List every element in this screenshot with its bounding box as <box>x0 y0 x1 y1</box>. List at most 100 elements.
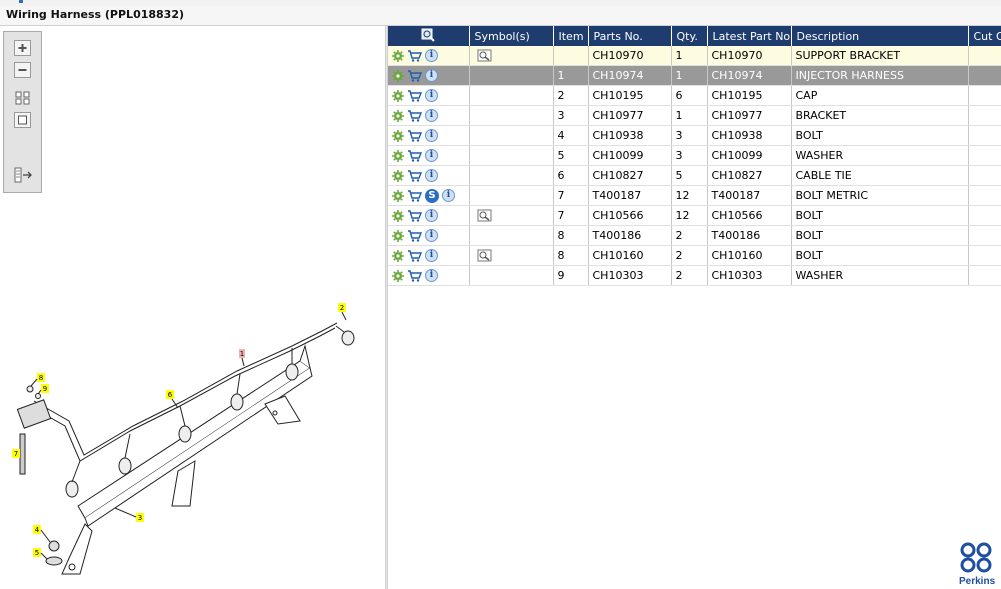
table-row[interactable]: i 2 CH10195 6 CH10195 CAP <box>388 85 1001 106</box>
table-row[interactable]: i 6 CH10827 5 CH10827 CABLE TIE <box>388 165 1001 186</box>
cell-description: BOLT <box>791 245 969 266</box>
cart-icon[interactable] <box>407 49 422 62</box>
cell-item: 2 <box>553 85 589 106</box>
svg-text:9: 9 <box>43 385 47 393</box>
gear-icon[interactable] <box>392 69 404 82</box>
illustration-symbol-icon[interactable] <box>477 209 492 222</box>
cell-symbols <box>469 205 554 226</box>
panel-arrow-icon <box>14 167 32 183</box>
window-title: Wiring Harness (PPL018832) <box>6 8 185 21</box>
table-row[interactable]: i 4 CH10938 3 CH10938 BOLT <box>388 125 1001 146</box>
table-row[interactable]: i 7 CH10566 12 CH10566 BOLT <box>388 205 1001 226</box>
cell-description: WASHER <box>791 265 969 286</box>
gear-icon[interactable] <box>392 209 404 222</box>
cell-cut-off <box>968 65 1001 86</box>
table-row[interactable]: i 5 CH10099 3 CH10099 WASHER <box>388 145 1001 166</box>
table-row[interactable]: i 9 CH10303 2 CH10303 WASHER <box>388 265 1001 286</box>
gear-icon[interactable] <box>392 169 404 182</box>
gear-icon[interactable] <box>392 129 404 142</box>
cart-icon[interactable] <box>407 129 422 142</box>
gear-icon[interactable] <box>392 249 404 262</box>
info-icon[interactable]: i <box>425 229 438 242</box>
cart-icon[interactable] <box>407 249 422 262</box>
callout-4: 4 <box>33 525 51 543</box>
header-item[interactable]: Item <box>553 26 589 46</box>
gear-icon[interactable] <box>392 149 404 162</box>
cell-description: SUPPORT BRACKET <box>791 46 969 66</box>
cell-qty: 6 <box>671 85 708 106</box>
cell-description: BOLT <box>791 225 969 246</box>
zoom-in-button[interactable] <box>14 40 31 56</box>
header-cut-off[interactable]: Cut O <box>968 26 1001 46</box>
gear-icon[interactable] <box>392 109 404 122</box>
header-description[interactable]: Description <box>791 26 969 46</box>
s-badge-icon[interactable]: S <box>425 188 439 203</box>
illustration-symbol-icon[interactable] <box>477 49 492 62</box>
info-icon[interactable]: i <box>425 269 438 282</box>
cart-icon[interactable] <box>407 189 422 202</box>
info-icon[interactable]: i <box>425 249 438 262</box>
header-magnifier[interactable] <box>388 26 470 46</box>
cell-item <box>553 46 589 66</box>
table-row[interactable]: i 8 CH10160 2 CH10160 BOLT <box>388 245 1001 266</box>
parts-grid: Symbol(s) Item Parts No. Qty. Latest Par… <box>388 26 1001 589</box>
cart-icon[interactable] <box>407 169 422 182</box>
wiring-harness-diagram: 1 2 3 4 5 6 7 8 9 <box>12 303 355 575</box>
illustration-symbol-icon[interactable] <box>477 249 492 262</box>
plus-icon <box>18 44 27 52</box>
info-icon[interactable]: i <box>425 209 438 222</box>
title-bar: Wiring Harness (PPL018832) <box>0 6 1001 26</box>
header-symbols[interactable]: Symbol(s) <box>469 26 554 46</box>
cart-icon[interactable] <box>407 229 422 242</box>
table-row[interactable]: Si 7 T400187 12 T400187 BOLT METRIC <box>388 185 1001 206</box>
gear-icon[interactable] <box>392 229 404 242</box>
row-actions: i <box>388 46 470 66</box>
cell-parts-no: CH10099 <box>588 145 672 166</box>
table-row[interactable]: i 8 T400186 2 T400186 BOLT <box>388 225 1001 246</box>
row-actions: i <box>388 125 470 146</box>
info-icon[interactable]: i <box>425 89 438 102</box>
info-icon[interactable]: i <box>425 129 438 142</box>
cell-latest-part-no: CH10160 <box>707 245 792 266</box>
cart-icon[interactable] <box>407 109 422 122</box>
table-row[interactable]: i 3 CH10977 1 CH10977 BRACKET <box>388 105 1001 126</box>
cell-item: 9 <box>553 265 589 286</box>
cart-icon[interactable] <box>407 69 422 82</box>
table-row[interactable]: i 1 CH10974 1 CH10974 INJECTOR HARNESS <box>388 65 1001 86</box>
gear-icon[interactable] <box>392 189 404 202</box>
gear-icon[interactable] <box>392 89 404 102</box>
info-icon[interactable]: i <box>425 49 438 62</box>
illustration-pane[interactable]: 1 2 3 4 5 6 7 8 9 <box>0 26 385 589</box>
info-icon[interactable]: i <box>442 189 455 202</box>
cart-icon[interactable] <box>407 149 422 162</box>
header-parts-no[interactable]: Parts No. <box>588 26 672 46</box>
header-qty[interactable]: Qty. <box>671 26 708 46</box>
cell-latest-part-no: CH10099 <box>707 145 792 166</box>
app-icon <box>19 0 23 3</box>
toggle-panel-button[interactable] <box>14 167 32 183</box>
row-actions: i <box>388 145 470 166</box>
table-row[interactable]: i CH10970 1 CH10970 SUPPORT BRACKET <box>388 46 1001 66</box>
cart-icon[interactable] <box>407 209 422 222</box>
header-latest-part-no[interactable]: Latest Part No. <box>707 26 792 46</box>
cell-qty: 2 <box>671 245 708 266</box>
row-actions: i <box>388 105 470 126</box>
info-icon[interactable]: i <box>425 149 438 162</box>
info-icon[interactable]: i <box>425 169 438 182</box>
gear-icon[interactable] <box>392 269 404 282</box>
zoom-toolbox <box>3 31 42 193</box>
grid-icon <box>15 91 30 105</box>
info-icon[interactable]: i <box>425 109 438 122</box>
fit-all-button[interactable] <box>14 90 31 106</box>
info-icon[interactable]: i <box>425 69 438 82</box>
cell-latest-part-no: CH10970 <box>707 46 792 66</box>
gear-icon[interactable] <box>392 49 404 62</box>
cart-icon[interactable] <box>407 269 422 282</box>
zoom-out-button[interactable] <box>14 62 31 78</box>
callout-3: 3 <box>114 507 144 522</box>
cell-cut-off <box>968 265 1001 286</box>
cell-parts-no: CH10938 <box>588 125 672 146</box>
fit-window-button[interactable] <box>14 112 31 128</box>
cell-parts-no: CH10974 <box>588 65 672 86</box>
cart-icon[interactable] <box>407 89 422 102</box>
